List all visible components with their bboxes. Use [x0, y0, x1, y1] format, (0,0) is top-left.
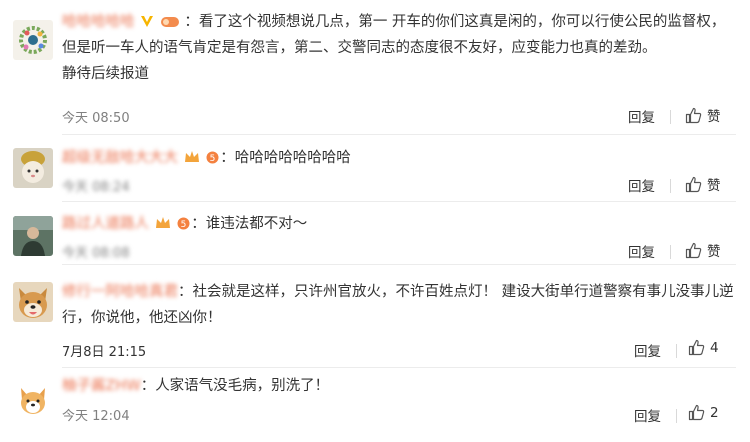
like-button[interactable]: 赞	[685, 105, 721, 125]
like-button[interactable]: 4	[688, 339, 719, 356]
comment-time: 今天 08:08	[62, 246, 130, 261]
like-label: 赞	[707, 244, 721, 260]
reply-button[interactable]: 回复	[628, 106, 655, 126]
like-label: 赞	[707, 109, 721, 125]
comment-text: 路过人道路人 5 ：谁违法都不对～	[62, 216, 308, 232]
avatar-person-icon	[13, 216, 53, 256]
comment-text: 柚子酱ZHW：人家语气没毛病，别洗了！	[62, 378, 330, 394]
reply-button[interactable]: 回复	[634, 340, 661, 360]
username-link[interactable]: 柚子酱ZHW	[62, 378, 141, 394]
level-badge-icon: 5	[206, 151, 219, 164]
like-count: 4	[710, 339, 719, 356]
comment-item: 柚子酱ZHW：人家语气没毛病，别洗了！ 今天 12:04 回复 2	[0, 368, 750, 442]
comment-item: 路过人道路人 5 ：谁违法都不对～ 今天 08:08 回复 赞	[0, 202, 750, 264]
user-avatar[interactable]	[13, 148, 53, 188]
member-badge-icon	[160, 16, 179, 28]
level-badge-icon: 5	[177, 217, 190, 230]
member-crown-icon	[184, 150, 200, 164]
user-avatar[interactable]	[13, 380, 53, 420]
action-divider	[676, 344, 677, 358]
reply-button[interactable]: 回复	[628, 241, 655, 261]
avatar-wreath-icon	[13, 20, 53, 60]
action-divider	[670, 110, 671, 124]
action-divider	[670, 179, 671, 193]
user-avatar[interactable]	[13, 282, 53, 322]
comment-body: 谁违法都不对～	[205, 216, 308, 232]
comment-text: 超级无敌哈大大大 5 ：哈哈哈哈哈哈哈哈	[62, 150, 351, 166]
thumbs-up-icon	[688, 404, 705, 421]
comment-text: 修行一阿哈哈真君：社会就是这样，只许州官放火，不许百姓点灯！ 建设大街单行道警察…	[62, 284, 734, 326]
reply-button[interactable]: 回复	[634, 405, 661, 425]
thumbs-up-icon	[685, 176, 702, 192]
comment-item: 哈哈哈哈哈 ：看了这个视频想说几点，第一 开车的你们这真是闲的，你可以行使公民的…	[0, 0, 750, 134]
username-link[interactable]: 修行一阿哈哈真君	[62, 284, 178, 300]
action-divider	[670, 245, 671, 259]
username-link[interactable]: 路过人道路人	[62, 216, 149, 232]
comment-item: 修行一阿哈哈真君：社会就是这样，只许州官放火，不许百姓点灯！ 建设大街单行道警察…	[0, 265, 750, 367]
comment-time: 今天 12:04	[62, 409, 130, 424]
user-avatar[interactable]	[13, 20, 53, 60]
avatar-corgi-icon	[13, 380, 53, 420]
avatar-cat-icon	[13, 148, 53, 188]
comment-text: 哈哈哈哈哈 ：看了这个视频想说几点，第一 开车的你们这真是闲的，你可以行使公民的…	[62, 14, 726, 82]
like-label: 赞	[707, 178, 721, 194]
like-button[interactable]: 2	[688, 404, 719, 421]
member-crown-icon	[155, 216, 171, 230]
thumbs-up-icon	[685, 107, 702, 123]
action-divider	[676, 409, 677, 423]
comment-body: 哈哈哈哈哈哈哈哈	[234, 150, 351, 166]
like-button[interactable]: 赞	[685, 174, 721, 194]
comment-time: 7月8日 21:15	[62, 345, 147, 360]
svg-text:5: 5	[210, 154, 216, 164]
thumbs-up-icon	[688, 339, 705, 356]
user-avatar[interactable]	[13, 216, 53, 256]
username-link[interactable]: 超级无敌哈大大大	[62, 150, 178, 166]
reply-button[interactable]: 回复	[628, 175, 655, 195]
like-count: 2	[710, 404, 719, 421]
avatar-dog-icon	[13, 282, 53, 322]
like-button[interactable]: 赞	[685, 240, 721, 260]
comment-time: 今天 08:50	[62, 111, 130, 126]
thumbs-up-icon	[685, 242, 702, 258]
comment-body: 人家语气没毛病，别洗了！	[155, 378, 330, 394]
comment-body-line: 静待后续报道	[62, 66, 149, 82]
comment-item: 超级无敌哈大大大 5 ：哈哈哈哈哈哈哈哈 今天 08:24 回复 赞	[0, 135, 750, 201]
svg-text:5: 5	[181, 220, 187, 230]
verified-v-icon	[140, 14, 154, 28]
username-link[interactable]: 哈哈哈哈哈	[62, 14, 135, 30]
comment-time: 今天 08:24	[62, 180, 130, 195]
